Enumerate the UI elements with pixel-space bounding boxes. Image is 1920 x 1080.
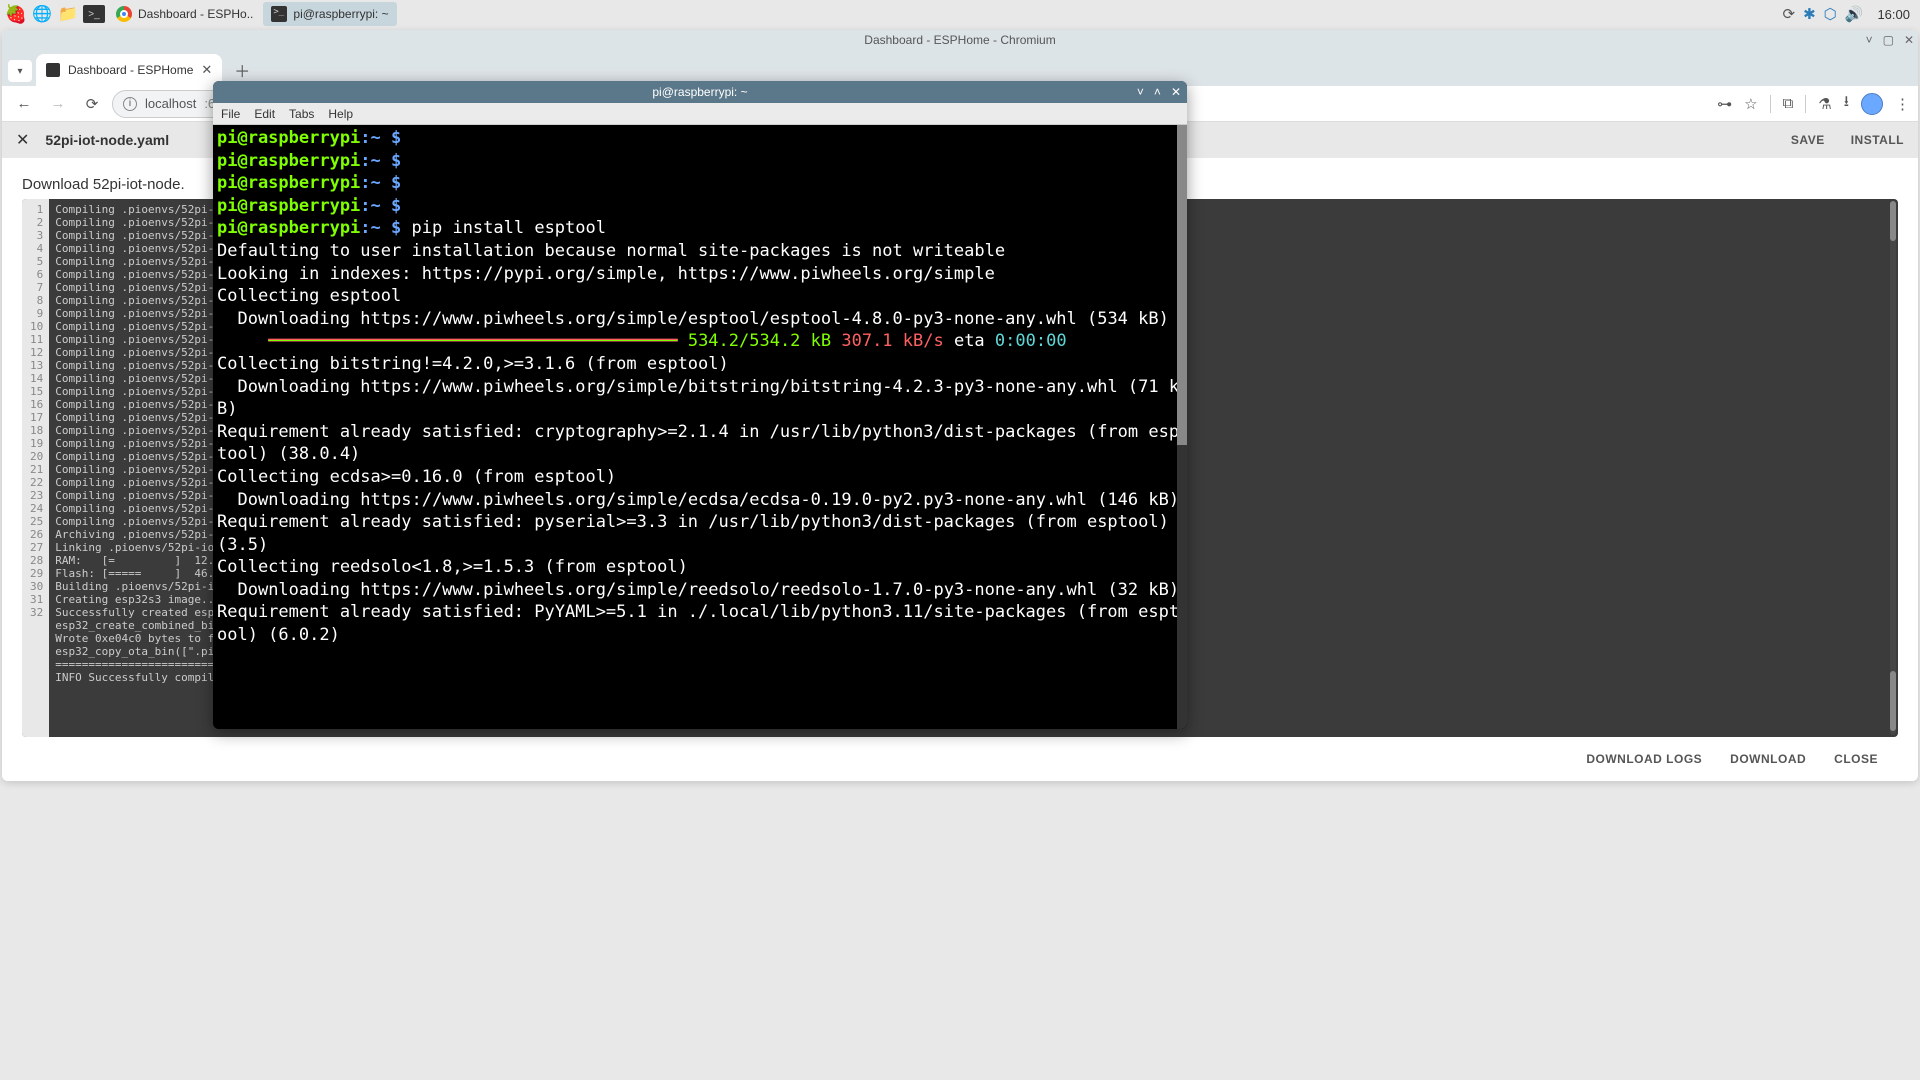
tab-close-icon[interactable]: ✕: [201, 62, 212, 78]
terminal-window: pi@raspberrypi: ~ ˅ ˄ ✕ File Edit Tabs H…: [213, 81, 1187, 729]
tab-title: Dashboard - ESPHome: [68, 63, 193, 77]
close-icon[interactable]: ✕: [1904, 33, 1914, 47]
window-title: Dashboard - ESPHome - Chromium: [864, 33, 1055, 47]
maximize-icon[interactable]: ˄: [1154, 85, 1161, 99]
editor-filename: 52pi-iot-node.yaml: [45, 132, 169, 148]
dialog-footer: DOWNLOAD LOGS DOWNLOAD CLOSE: [22, 737, 1898, 781]
download-logs-button[interactable]: DOWNLOAD LOGS: [1586, 752, 1702, 766]
window-controls: ˅ ▢ ✕: [1866, 33, 1914, 47]
close-icon[interactable]: ✕: [1171, 85, 1181, 99]
chrome-icon: [116, 6, 132, 22]
scroll-thumb[interactable]: [1890, 671, 1896, 731]
taskbar-label: Dashboard - ESPHo..: [138, 7, 253, 21]
os-panel: 🍓 🌐 📁 >_ Dashboard - ESPHo.. pi@raspberr…: [0, 0, 1920, 28]
terminal-title: pi@raspberrypi: ~: [652, 85, 747, 99]
taskbar-label: pi@raspberrypi: ~: [293, 7, 388, 21]
terminal-titlebar[interactable]: pi@raspberrypi: ~ ˅ ˄ ✕: [213, 81, 1187, 103]
menu-edit[interactable]: Edit: [254, 107, 275, 121]
labs-icon[interactable]: ⚗: [1818, 95, 1831, 113]
terminal-icon: [271, 6, 287, 22]
taskbar-app-chromium[interactable]: Dashboard - ESPHo..: [108, 2, 261, 26]
minimize-icon[interactable]: ˅: [1866, 33, 1873, 47]
maximize-icon[interactable]: ▢: [1883, 33, 1894, 47]
menu-tabs[interactable]: Tabs: [289, 107, 314, 121]
favicon-icon: [46, 63, 60, 77]
save-button[interactable]: SAVE: [1791, 133, 1825, 147]
toolbar-actions: ⊶ ☆ ⧉ ⚗ ⭳ ⋮: [1717, 91, 1910, 116]
close-editor-button[interactable]: ✕: [16, 130, 29, 150]
window-titlebar[interactable]: Dashboard - ESPHome - Chromium ˅ ▢ ✕: [2, 30, 1918, 50]
url-host: localhost: [145, 96, 196, 111]
close-button[interactable]: CLOSE: [1834, 752, 1878, 766]
app-menu-icon[interactable]: ⋮: [1895, 95, 1910, 113]
clock[interactable]: 16:00: [1871, 7, 1916, 22]
password-icon[interactable]: ⊶: [1717, 95, 1732, 113]
bookmark-icon[interactable]: ☆: [1744, 95, 1757, 113]
volume-icon[interactable]: 🔊: [1845, 5, 1864, 23]
raspberry-menu-icon[interactable]: 🍓: [4, 2, 28, 26]
extensions-icon[interactable]: ⧉: [1783, 95, 1794, 112]
back-button[interactable]: ←: [10, 90, 38, 118]
updates-icon[interactable]: ⟳: [1783, 5, 1796, 23]
panel-launchers: 🍓 🌐 📁 >_ Dashboard - ESPHo.. pi@raspberr…: [4, 2, 397, 26]
menu-file[interactable]: File: [221, 107, 240, 121]
wifi-icon[interactable]: ⬡: [1824, 5, 1837, 23]
terminal-output[interactable]: pi@raspberrypi:~ $ pi@raspberrypi:~ $ pi…: [213, 125, 1187, 729]
browser-tab[interactable]: Dashboard - ESPHome ✕: [36, 54, 222, 86]
files-launcher-icon[interactable]: 📁: [56, 2, 80, 26]
forward-button[interactable]: →: [44, 90, 72, 118]
terminal-scrollbar[interactable]: [1177, 125, 1187, 729]
taskbar-app-terminal[interactable]: pi@raspberrypi: ~: [263, 2, 396, 26]
browser-launcher-icon[interactable]: 🌐: [30, 2, 54, 26]
scroll-thumb[interactable]: [1890, 201, 1896, 241]
profile-avatar-icon[interactable]: [1861, 93, 1883, 115]
divider: [1805, 95, 1806, 113]
bluetooth-icon[interactable]: ✱: [1803, 5, 1816, 23]
terminal-menubar: File Edit Tabs Help: [213, 103, 1187, 125]
build-log-text: Compiling .pioenvs/52pi-iCompiling .pioe…: [49, 199, 227, 737]
line-gutter: 1234567891011121314151617181920212223242…: [22, 199, 49, 737]
panel-tray: ⟳ ✱ ⬡ 🔊 16:00: [1783, 5, 1917, 23]
new-tab-button[interactable]: ＋: [228, 56, 256, 84]
scrollbar[interactable]: [1890, 201, 1896, 735]
scroll-thumb[interactable]: [1177, 125, 1187, 445]
divider: [1770, 95, 1771, 113]
search-tabs-button[interactable]: ▾: [8, 60, 32, 82]
download-button[interactable]: DOWNLOAD: [1730, 752, 1806, 766]
menu-help[interactable]: Help: [328, 107, 353, 121]
site-info-icon[interactable]: i: [123, 97, 137, 111]
terminal-launcher-icon[interactable]: >_: [82, 2, 106, 26]
install-button[interactable]: INSTALL: [1851, 133, 1904, 147]
reload-button[interactable]: ⟳: [78, 90, 106, 118]
downloads-icon[interactable]: ⭳: [1844, 91, 1849, 116]
minimize-icon[interactable]: ˅: [1137, 85, 1144, 99]
